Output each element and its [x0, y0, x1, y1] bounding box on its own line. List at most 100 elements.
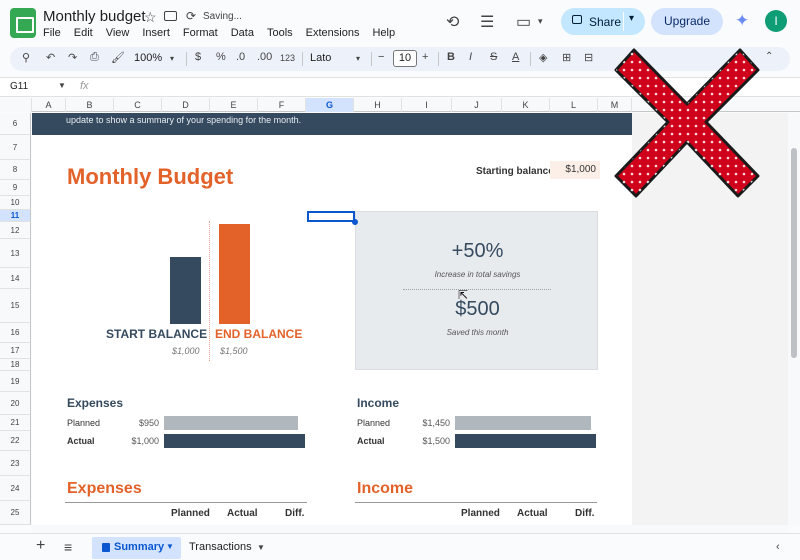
tab-transactions-chevron-icon[interactable]: ▼ — [257, 543, 265, 552]
row-header[interactable]: 24 — [0, 476, 31, 501]
tab-summary-chevron-icon[interactable]: ▼ — [166, 542, 174, 551]
meet-icon[interactable]: ▭ — [516, 12, 531, 32]
fill-handle[interactable] — [352, 219, 358, 225]
paint-format-icon[interactable]: 🖌 — [111, 51, 125, 64]
share-button[interactable]: Share ▾ — [561, 8, 645, 35]
column-header[interactable]: L — [550, 98, 598, 112]
selected-cell[interactable] — [307, 211, 355, 222]
select-all-corner[interactable] — [0, 98, 32, 112]
row-header[interactable]: 20 — [0, 392, 31, 415]
menu-data[interactable]: Data — [231, 27, 254, 39]
row-header[interactable]: 13 — [0, 239, 31, 268]
row-header[interactable]: 17 — [0, 343, 31, 359]
fill-color-icon[interactable]: ◈ — [539, 51, 547, 64]
row-header[interactable]: 18 — [0, 359, 31, 371]
italic-icon[interactable]: I — [469, 51, 472, 63]
column-header[interactable]: B — [66, 98, 114, 112]
column-header[interactable]: K — [502, 98, 550, 112]
font-size-decrease-button[interactable]: − — [378, 51, 384, 63]
bold-icon[interactable]: B — [447, 51, 455, 63]
more-formats-button[interactable]: 123 — [280, 53, 295, 63]
row-header[interactable]: 21 — [0, 415, 31, 431]
percent-format-button[interactable]: % — [216, 51, 226, 63]
tab-transactions[interactable]: Transactions — [189, 541, 252, 553]
menu-edit[interactable]: Edit — [74, 27, 93, 39]
font-select[interactable]: Lato — [310, 52, 331, 64]
row-header[interactable]: 16 — [0, 323, 31, 343]
strikethrough-icon[interactable]: S — [490, 51, 497, 63]
sheet-grid[interactable]: update to show a summary of your spendin… — [32, 113, 632, 525]
collapse-toolbar-icon[interactable]: ⌃ — [765, 51, 773, 62]
row-header[interactable]: 19 — [0, 371, 31, 392]
redo-icon[interactable]: ↷ — [68, 51, 77, 64]
row-header[interactable]: 10 — [0, 196, 31, 210]
scroll-left-icon[interactable]: ‹ — [776, 541, 780, 553]
history-icon[interactable]: ⟲ — [446, 12, 459, 32]
row-header[interactable]: 6 — [0, 113, 31, 135]
row-header[interactable]: 23 — [0, 451, 31, 476]
savings-increase-caption: Increase in total savings — [434, 270, 521, 279]
column-header[interactable]: A — [32, 98, 66, 112]
currency-format-button[interactable]: $ — [195, 51, 201, 63]
upgrade-button[interactable]: Upgrade — [651, 8, 723, 35]
document-title[interactable]: Monthly budget — [43, 8, 146, 25]
row-header-selected[interactable]: 11 — [0, 210, 31, 222]
sheets-logo-icon[interactable] — [10, 8, 36, 38]
menu-tools[interactable]: Tools — [267, 27, 293, 39]
zoom-select[interactable]: 100% — [134, 52, 162, 64]
menu-help[interactable]: Help — [372, 27, 395, 39]
menu-extensions[interactable]: Extensions — [306, 27, 360, 39]
expenses-col-actual: Actual — [227, 508, 258, 519]
star-icon[interactable]: ☆ — [144, 9, 157, 26]
column-header[interactable]: E — [210, 98, 258, 112]
menu-view[interactable]: View — [106, 27, 130, 39]
income-table-title: Income — [357, 480, 414, 497]
font-size-input[interactable]: 10 — [393, 50, 417, 67]
row-header[interactable]: 22 — [0, 431, 31, 451]
font-chevron-icon[interactable]: ▾ — [356, 54, 360, 63]
add-sheet-button[interactable]: + — [36, 537, 45, 555]
text-color-icon[interactable]: A — [512, 51, 519, 63]
all-sheets-icon[interactable]: ≡ — [64, 539, 72, 555]
font-size-increase-button[interactable]: + — [422, 51, 428, 63]
undo-icon[interactable]: ↶ — [46, 51, 55, 64]
gemini-spark-icon[interactable]: ✦ — [735, 11, 749, 31]
menu-format[interactable]: Format — [183, 27, 218, 39]
column-header-selected[interactable]: G — [306, 98, 354, 112]
column-header[interactable]: C — [114, 98, 162, 112]
column-header[interactable]: F — [258, 98, 306, 112]
menu-file[interactable]: File — [43, 27, 61, 39]
borders-icon[interactable]: ⊞ — [562, 51, 571, 64]
sheet-tab-bar: + ≡ Summary ▼ Transactions ▼ ‹ — [0, 533, 800, 560]
share-dropdown-icon[interactable]: ▾ — [629, 13, 634, 24]
starting-balance-value[interactable]: $1,000 — [550, 161, 600, 179]
row-header[interactable]: 14 — [0, 268, 31, 289]
name-box[interactable]: G11 — [10, 81, 28, 92]
horizontal-scrollbar[interactable] — [32, 525, 788, 533]
row-header[interactable]: 8 — [0, 160, 31, 180]
vertical-scroll-thumb[interactable] — [791, 148, 797, 358]
comments-icon[interactable]: ☰ — [480, 12, 494, 32]
menu-insert[interactable]: Insert — [142, 27, 170, 39]
row-header[interactable]: 9 — [0, 180, 31, 196]
row-header[interactable]: 12 — [0, 222, 31, 239]
merge-cells-icon[interactable]: ⊟ — [584, 51, 593, 64]
savings-increase-value: +50% — [451, 240, 504, 262]
meet-chevron-icon[interactable]: ▾ — [538, 16, 543, 27]
row-header[interactable]: 15 — [0, 289, 31, 323]
row-header[interactable]: 25 — [0, 501, 31, 525]
avatar[interactable]: I — [765, 10, 787, 32]
name-box-chevron-icon[interactable]: ▼ — [58, 81, 66, 90]
zoom-chevron-icon[interactable]: ▾ — [170, 54, 174, 63]
column-header[interactable]: I — [402, 98, 452, 112]
tab-summary[interactable]: Summary ▼ — [92, 537, 181, 559]
column-header[interactable]: D — [162, 98, 210, 112]
decrease-decimal-button[interactable]: .0 — [236, 51, 245, 63]
row-header[interactable]: 7 — [0, 135, 31, 160]
column-header[interactable]: J — [452, 98, 502, 112]
increase-decimal-button[interactable]: .00 — [257, 51, 272, 63]
column-header[interactable]: H — [354, 98, 402, 112]
search-menus-icon[interactable]: ⚲ — [22, 51, 30, 64]
print-icon[interactable]: ⎙ — [90, 51, 99, 64]
move-folder-icon[interactable] — [164, 11, 177, 21]
